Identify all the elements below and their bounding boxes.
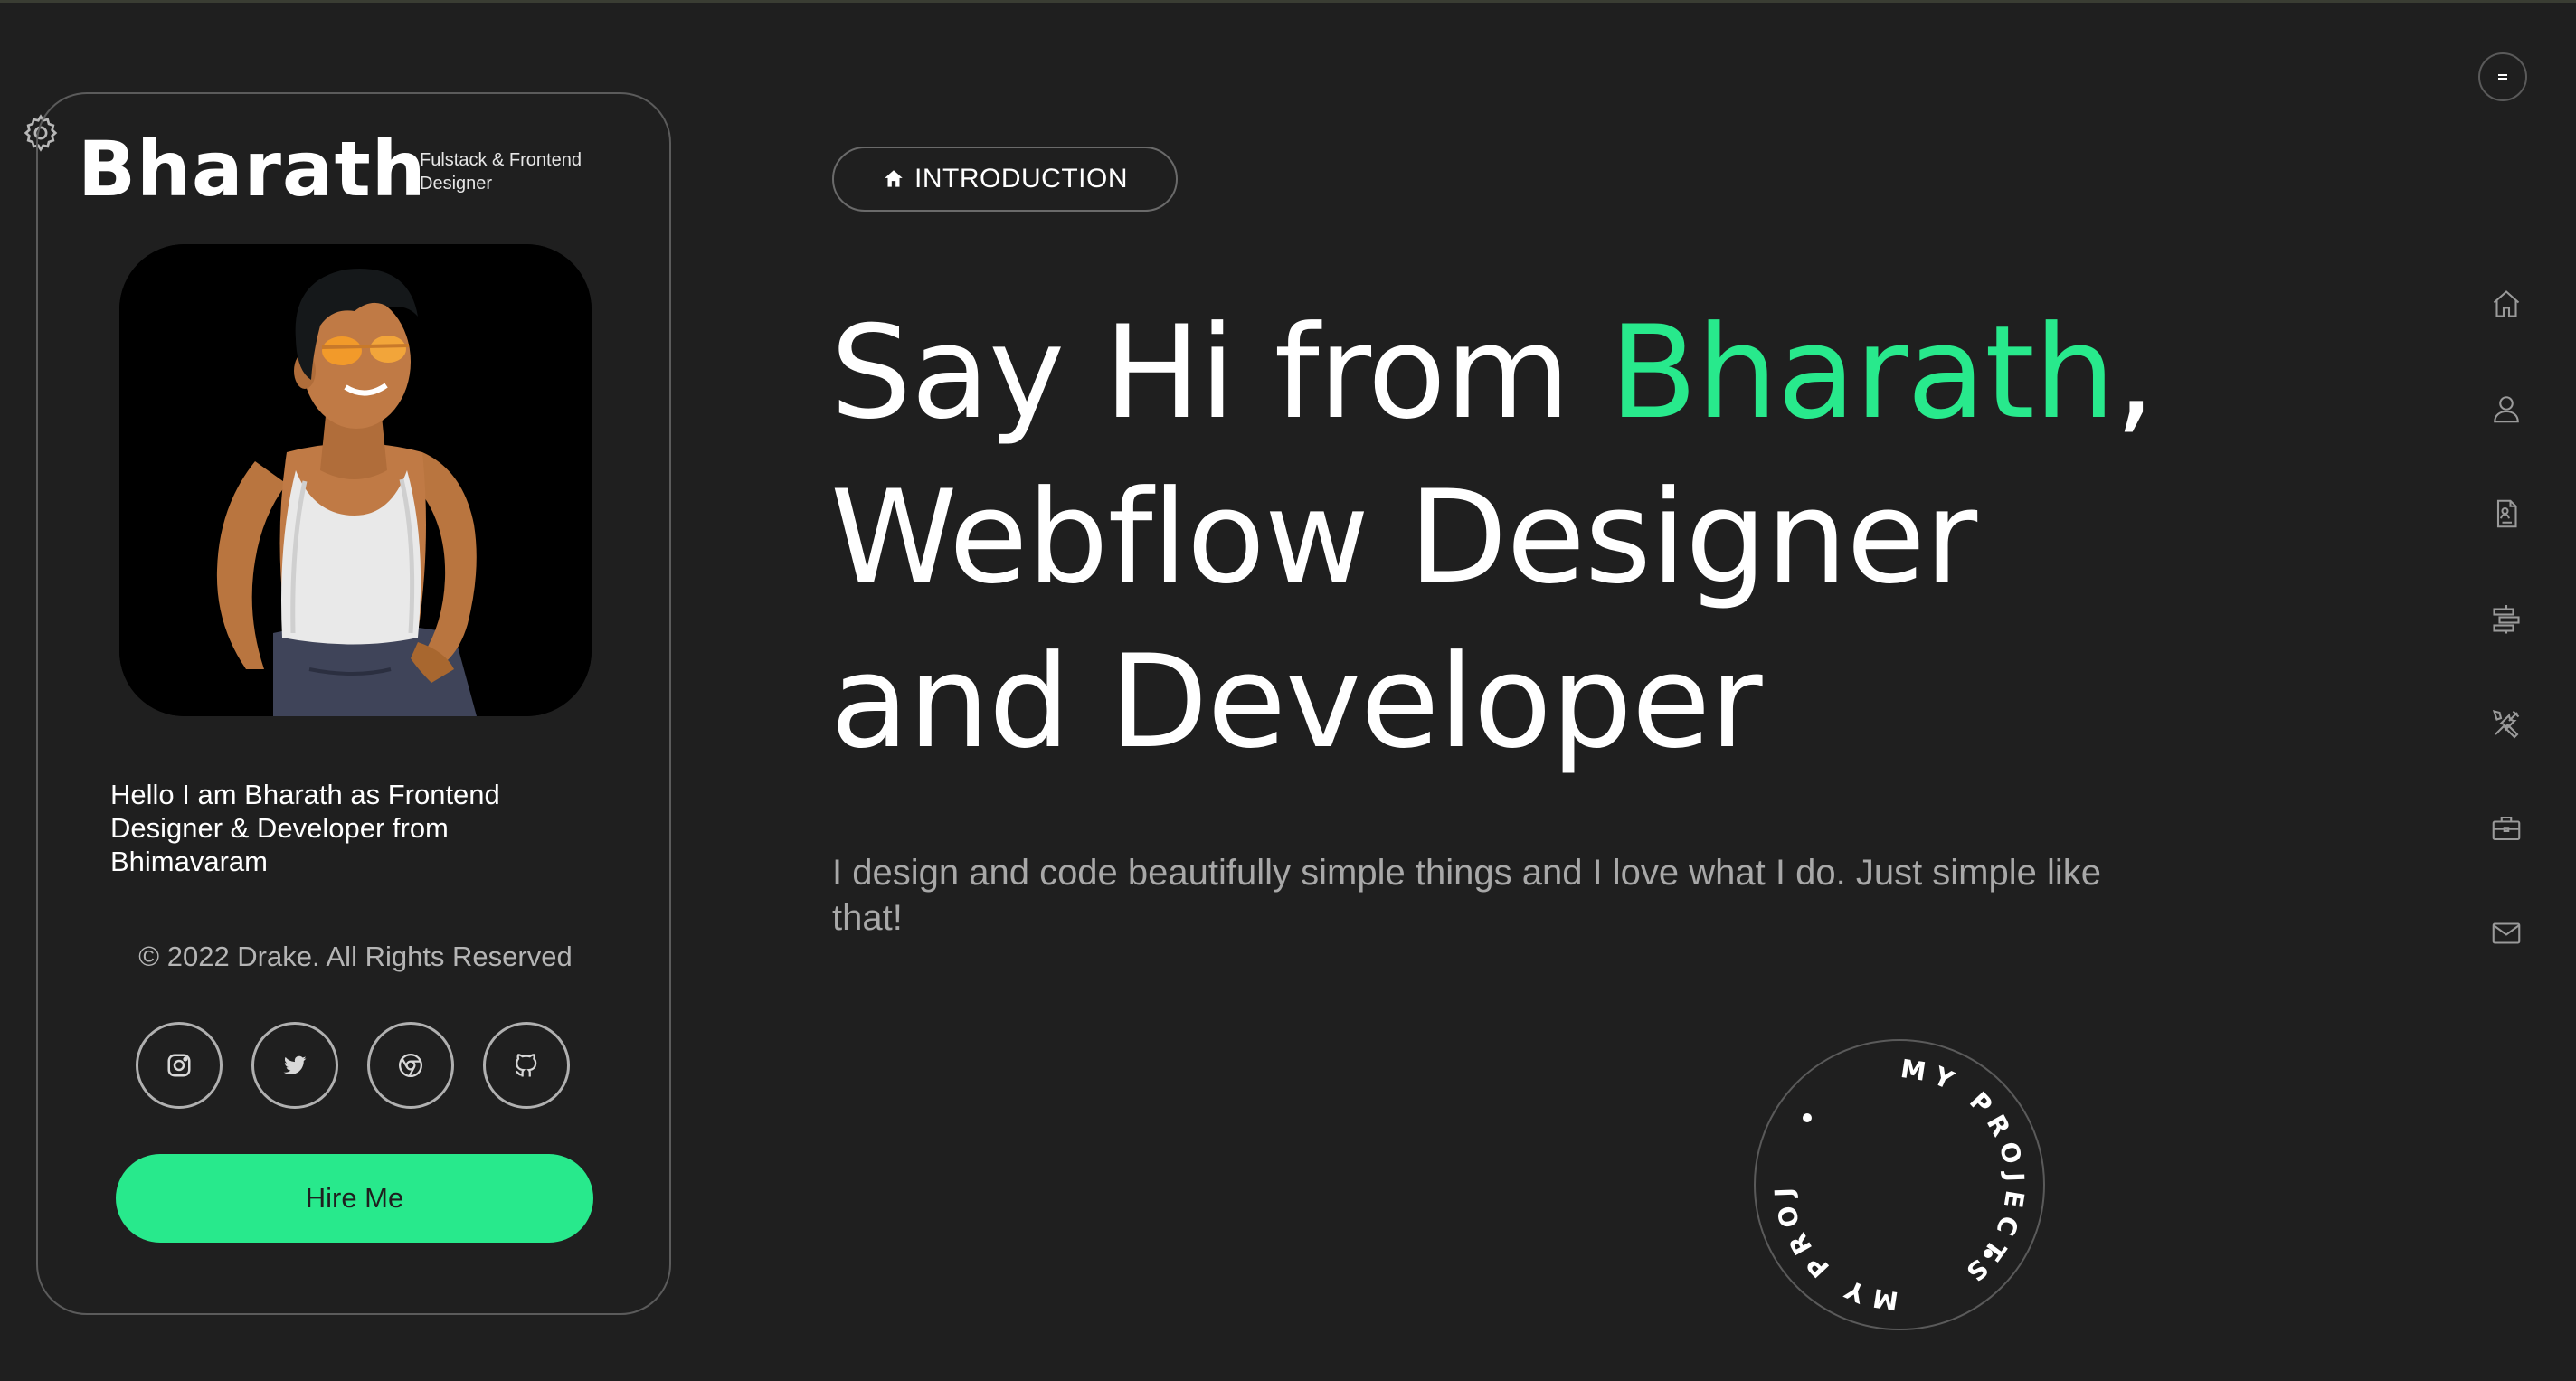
profile-card: Bharath Fulstack & Frontend Designer Hel… (36, 92, 671, 1315)
nav-home[interactable] (2489, 288, 2524, 320)
mail-icon (2492, 922, 2521, 944)
headline-line2: Webflow Designer (830, 463, 1977, 612)
services-icon (2493, 605, 2520, 634)
badge-text-1: MY PROJECTS (1899, 1054, 2022, 1292)
profile-bio: Hello I am Bharath as Frontend Designer … (110, 779, 500, 877)
portfolio-icon (2492, 816, 2521, 841)
hero-lead: I design and code beautifully simple thi… (832, 853, 2102, 938)
my-projects-badge[interactable]: MY PROJECTS MY PROJECTS (1738, 1013, 2048, 1333)
nav-portfolio[interactable] (2489, 812, 2524, 845)
side-nav (2489, 288, 2524, 950)
instagram-link[interactable] (136, 1022, 223, 1109)
hero-headline: Say Hi from Bharath, Webflow Designer an… (830, 291, 2368, 785)
home-icon (885, 170, 903, 187)
user-icon (2494, 396, 2519, 423)
skills-icon (2492, 710, 2520, 739)
github-icon (516, 1054, 537, 1077)
instagram-icon (167, 1054, 191, 1077)
headline-comma: , (2114, 298, 2155, 448)
social-links (136, 1022, 570, 1109)
svg-text:MY PROJECTS: MY PROJECTS (1899, 1054, 2030, 1292)
hire-me-button[interactable]: Hire Me (116, 1154, 593, 1243)
badge-text-2: MY PROJECTS (1738, 1013, 1893, 1316)
nav-services[interactable] (2489, 602, 2524, 635)
brand-tagline: Fulstack & Frontend Designer (420, 150, 582, 194)
twitter-link[interactable] (251, 1022, 338, 1109)
avatar (119, 244, 592, 716)
nav-about[interactable] (2489, 393, 2524, 425)
github-link[interactable] (483, 1022, 570, 1109)
svg-text:MY PROJECTS: MY PROJECTS (1751, 1036, 1900, 1316)
section-label: INTRODUCTION (914, 164, 1128, 194)
resume-icon (2496, 499, 2517, 528)
chrome-icon (399, 1054, 422, 1077)
copyright-text: © 2022 Drake. All Rights Reserved (138, 941, 573, 972)
headline-part1: Say Hi from (830, 298, 1610, 448)
headline-name: Bharath (1609, 298, 2116, 448)
section-pill: INTRODUCTION (832, 147, 1178, 212)
top-border (0, 0, 2576, 3)
menu-toggle-button[interactable] (2478, 52, 2527, 101)
headline-line3: and Developer (830, 628, 1763, 777)
nav-skills[interactable] (2489, 707, 2524, 740)
twitter-icon (283, 1055, 307, 1074)
home-icon (2493, 290, 2520, 317)
nav-contact[interactable] (2489, 917, 2524, 950)
chrome-link[interactable] (367, 1022, 454, 1109)
brand-name: Bharath (78, 125, 427, 213)
nav-resume[interactable] (2489, 497, 2524, 530)
hamburger-icon (2498, 74, 2507, 80)
